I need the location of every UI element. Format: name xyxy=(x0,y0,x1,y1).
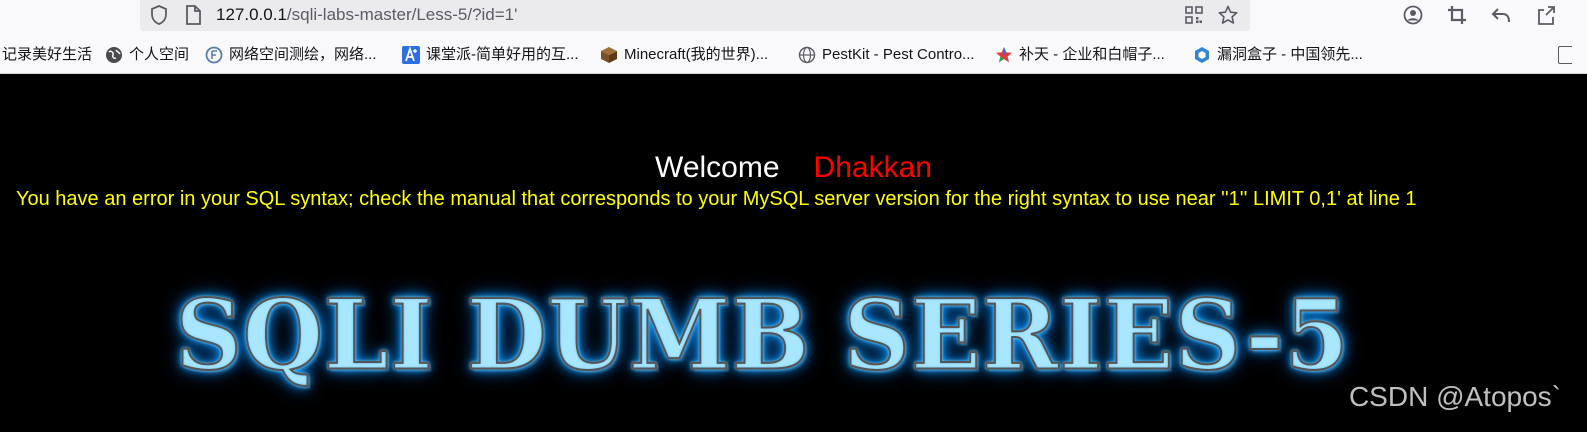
series-banner-image: SQLI DUMB SERIES-5 xyxy=(150,286,1375,385)
minecraft-block-icon xyxy=(601,47,617,63)
browser-toolbar: 127.0.0.1/sqli-labs-master/Less-5/?id=1' xyxy=(0,0,1587,36)
bookmark-item[interactable]: 记录美好生活 xyxy=(2,44,92,66)
bookmark-label: 课堂派-简单好用的互... xyxy=(426,46,579,63)
url-text[interactable]: 127.0.0.1/sqli-labs-master/Less-5/?id=1' xyxy=(216,4,517,26)
bookmark-label: 个人空间 xyxy=(129,46,190,63)
banner-text: SQLI DUMB SERIES-5 xyxy=(174,278,1350,392)
vulbox-hexagon-icon xyxy=(1195,47,1209,63)
globe-dark-icon xyxy=(106,47,122,63)
welcome-name: Dhakkan xyxy=(813,151,932,184)
bookmarks-overflow-edge[interactable] xyxy=(1558,46,1572,64)
page-info-icon[interactable] xyxy=(182,4,204,26)
bookmark-label: 补天 - 企业和白帽子... xyxy=(1019,46,1165,63)
bookmark-label: Minecraft(我的世界)... xyxy=(624,46,769,63)
url-host: 127.0.0.1 xyxy=(216,5,287,24)
sql-error-message: You have an error in your SQL syntax; ch… xyxy=(16,188,1417,210)
bookmark-item[interactable]: 个人空间 xyxy=(105,44,189,66)
butian-star-icon xyxy=(996,47,1012,63)
bookmark-item[interactable]: 课堂派-简单好用的互... xyxy=(402,44,579,66)
page-body: Welcome Dhakkan You have an error in your… xyxy=(0,75,1587,432)
share-icon[interactable] xyxy=(1535,4,1557,26)
bookmark-label: 记录美好生活 xyxy=(2,46,93,63)
bookmark-label: PestKit - Pest Contro... xyxy=(822,46,975,63)
bookmark-item[interactable]: 漏洞盒子 - 中国领先... xyxy=(1193,44,1363,66)
bookmarks-toolbar: 记录美好生活 个人空间 网络空间测绘，网络... 课堂派-简单好用的互... M… xyxy=(0,36,1587,74)
account-icon[interactable] xyxy=(1402,4,1424,26)
bookmark-item[interactable]: 补天 - 企业和白帽子... xyxy=(995,44,1165,66)
bookmark-item[interactable]: PestKit - Pest Contro... xyxy=(798,44,975,66)
welcome-line: Welcome Dhakkan xyxy=(0,150,1587,186)
ketangpai-icon xyxy=(402,46,420,64)
bookmark-item[interactable]: 网络空间测绘，网络... xyxy=(205,44,377,66)
bookmark-star-icon[interactable] xyxy=(1217,4,1239,26)
url-path: /sqli-labs-master/Less-5/?id=1' xyxy=(286,5,518,24)
fofa-icon xyxy=(205,46,223,64)
qr-code-icon[interactable] xyxy=(1183,4,1205,26)
address-bar[interactable]: 127.0.0.1/sqli-labs-master/Less-5/?id=1' xyxy=(140,0,1250,31)
bookmark-label: 漏洞盒子 - 中国领先... xyxy=(1217,46,1363,63)
welcome-word: Welcome xyxy=(655,151,780,184)
bookmark-label: 网络空间测绘，网络... xyxy=(229,46,377,63)
undo-icon[interactable] xyxy=(1490,4,1512,26)
globe-icon xyxy=(798,46,816,64)
crop-screenshot-icon[interactable] xyxy=(1446,4,1468,26)
shield-icon[interactable] xyxy=(148,4,170,26)
bookmark-item[interactable]: Minecraft(我的世界)... xyxy=(600,44,768,66)
csdn-watermark: CSDN @Atopos` xyxy=(1348,381,1561,412)
